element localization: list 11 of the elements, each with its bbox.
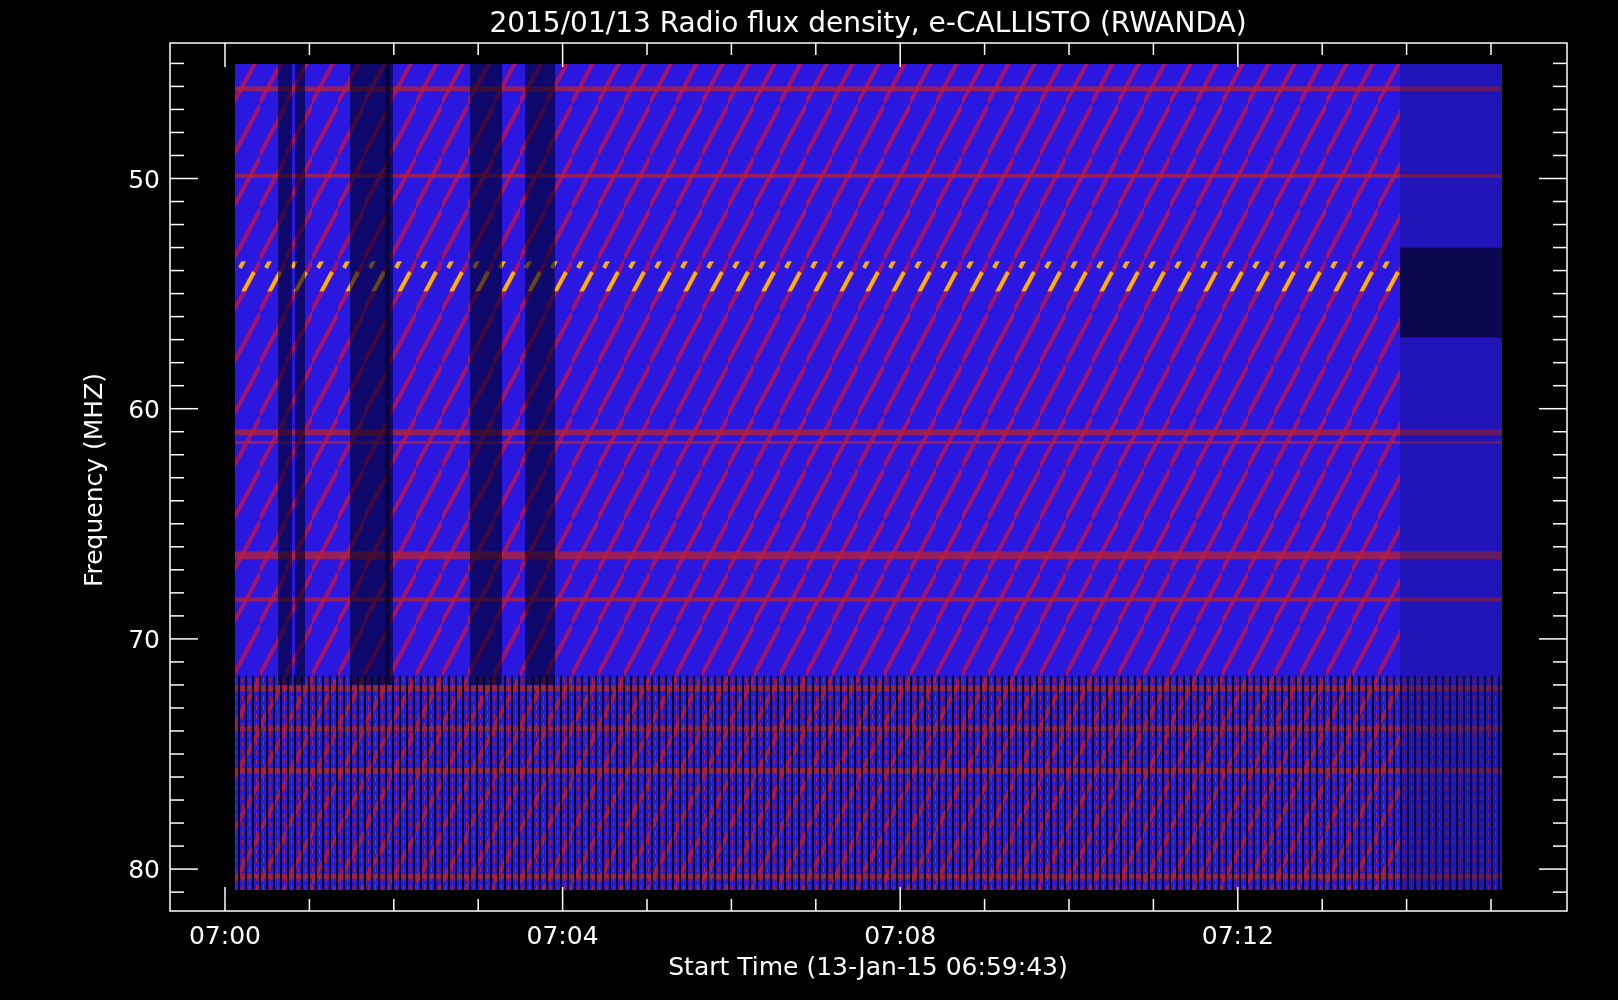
chart-title: 2015/01/13 Radio flux density, e-CALLISTO (RWANDA)	[489, 6, 1247, 39]
x-axis-label: Start Time (13-Jan-15 06:59:43)	[668, 952, 1068, 981]
y-tick-label: 80	[128, 855, 160, 885]
x-tick-label: 07:12	[1201, 921, 1274, 950]
x-tick-label: 07:04	[526, 921, 599, 950]
x-tick-label: 07:00	[189, 921, 261, 950]
x-tick-label: 07:08	[864, 921, 937, 950]
y-tick-label: 70	[128, 624, 160, 654]
y-axis-label: Frequency (MHZ)	[79, 372, 108, 588]
y-tick-label: 60	[128, 394, 160, 424]
y-tick-label: 50	[128, 164, 160, 194]
